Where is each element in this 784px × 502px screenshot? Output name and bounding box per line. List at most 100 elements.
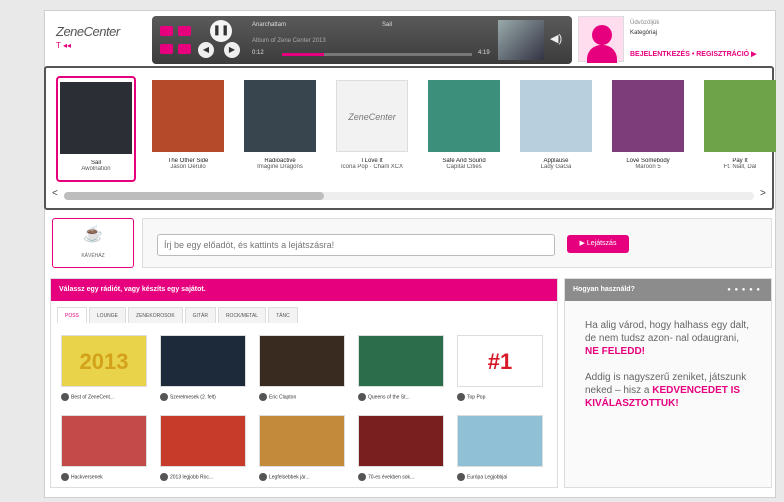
play-circle-icon[interactable] [457,393,465,401]
heart-icon[interactable] [160,26,173,36]
logo-brand: ZeneCenter [56,24,120,39]
radio-tile-image: #1 [457,335,543,387]
radio-tile[interactable]: Európa Legjobbjai [457,415,543,485]
pause-button[interactable]: ❚❚ [210,20,232,42]
carousel-next-button[interactable]: > [760,188,766,199]
play-circle-icon[interactable] [457,473,465,481]
carousel-prev-button[interactable]: < [52,188,58,199]
play-search-button[interactable]: ▶ Lejátszás [567,235,629,253]
carousel-scrollbar[interactable] [64,192,754,200]
album-cover [60,82,132,154]
logo-sub: T ◂◂ [56,41,71,50]
play-circle-icon[interactable] [259,473,267,481]
radio-tile-image [457,415,543,467]
play-circle-icon[interactable] [61,393,69,401]
radio-panel: Válassz egy rádiót, vagy készíts egy saj… [50,278,558,488]
radio-tile[interactable]: #1 Top Pop [457,335,543,405]
radio-tile-label: Eric Clapton [269,394,297,401]
radio-tile-caption: 70-es években sok... [358,473,444,481]
mood-cafe-button[interactable]: ☕ KÁVÉHÁZ [52,218,134,268]
radio-tile[interactable]: Eric Clapton [259,335,345,405]
play-circle-icon[interactable] [160,393,168,401]
radio-tile-label: Legfelsebbek jár... [269,474,310,481]
album-card[interactable]: ZeneCenter I Love It Icona Pop · Charli XC… [332,76,412,182]
play-circle-icon[interactable] [61,473,69,481]
radio-tile-label: Szerelmesek (2. felt) [170,394,216,401]
play-circle-icon[interactable] [259,393,267,401]
tab-git-r[interactable]: GITÁR [184,307,216,323]
next-icon[interactable]: ▶ [224,42,240,58]
radio-tile-image [259,415,345,467]
radio-tile[interactable]: Hackversenek [61,415,147,485]
artist-search-input[interactable] [157,234,555,256]
album-artist: Lady GaGa [540,164,572,170]
album-card[interactable]: Safe And Sound Capital Cities [424,76,504,182]
album-card[interactable]: Pay It Ft. Niall, Dal [700,76,780,182]
album-cover: ZeneCenter [336,80,408,152]
volume-icon[interactable]: ◀) [550,32,562,45]
radio-tile-label: Best of ZeneCent... [71,394,115,401]
help-panel: Hogyan használd? ● ● ● ● ● Ha alig várod… [564,278,772,488]
radio-tile-image [358,335,444,387]
help-text: Ha alig várod, hogy halhass egy dalt, de… [585,319,755,410]
user-greeting: Üdvözöljük [630,20,660,26]
share-icon[interactable] [178,44,191,54]
flag-icon[interactable] [178,26,191,36]
album-card[interactable]: The Other Side Jason Derulo [148,76,228,182]
radio-tile[interactable]: Legfelsebbek jár... [259,415,345,485]
radio-tile[interactable]: 2013 legjobb Roc... [160,415,246,485]
album-card[interactable]: Love Somebody Maroon 5 [608,76,688,182]
radio-tile-caption: Európa Legjobbjai [457,473,543,481]
play-circle-icon[interactable] [358,393,366,401]
album-artist: Imagine Dragons [257,164,303,170]
user-name: Kategóriaj [630,30,658,36]
radio-tile-label: Top Pop [467,394,486,401]
search-bar: ▶ Lejátszás [142,218,772,268]
album-carousel: Sail Awolnation The Other Side Jason Derulo… [44,66,776,210]
radio-tile-label: Queens of the St... [368,394,410,401]
radio-tile[interactable]: 70-es években sok... [358,415,444,485]
album-artist: Ft. Niall, Dal [723,164,757,170]
slide-dots[interactable]: ● ● ● ● ● [727,287,761,293]
help-text-1: Ha alig várod, hogy halhass egy dalt, de… [585,320,749,344]
genre-tabs: POSS LOUNGE ZENEKOROSOK GITÁR ROCK/METAL TÁNC [57,307,300,323]
album-artist: Icona Pop · Charli XCX [340,164,404,170]
progress-fill [282,53,324,56]
tab-rock-metal[interactable]: ROCK/METAL [217,307,267,323]
album-card[interactable]: Sail Awolnation [56,76,136,182]
star-icon[interactable] [160,44,173,54]
radio-tile-image [160,415,246,467]
tab-lounge[interactable]: LOUNGE [88,307,127,323]
user-panel: Üdvözöljük Kategóriaj BEJELENTKEZÉS • RE… [578,16,768,64]
radio-tile-caption: 2013 legjobb Roc... [160,473,246,481]
coffee-cup-icon: ☕ [83,226,103,243]
radio-tile-caption: Top Pop [457,393,543,401]
album-artist: Jason Derulo [170,164,206,170]
scrollbar-thumb[interactable] [64,192,324,200]
radio-tile[interactable]: Szerelmesek (2. felt) [160,335,246,405]
radio-tile-label: 70-es években sok... [368,474,415,481]
radio-tile-image [61,415,147,467]
album-card[interactable]: Applause Lady GaGa [516,76,596,182]
time-total: 4:19 [478,50,490,56]
track-progress-bar[interactable] [282,53,472,56]
album-cover [244,80,316,152]
album-artist: Capital Cities [446,164,482,170]
play-circle-icon[interactable] [358,473,366,481]
logo[interactable]: ZeneCenter T ◂◂ [56,24,136,58]
album-card[interactable]: Radioactive Imagine Dragons [240,76,320,182]
radio-tile[interactable]: 2013 Best of ZeneCent... [61,335,147,405]
tab-poss[interactable]: POSS [57,307,87,323]
play-circle-icon[interactable] [160,473,168,481]
radio-tile-image: 2013 [61,335,147,387]
previous-icon[interactable]: ◀ [198,42,214,58]
radio-tile-caption: Legfelsebbek jár... [259,473,345,481]
radio-tile-caption: Szerelmesek (2. felt) [160,393,246,401]
login-link[interactable]: BEJELENTKEZÉS • REGISZTRÁCIÓ ▶ [630,50,756,58]
radio-tile[interactable]: Queens of the St... [358,335,444,405]
radio-tile-label: Hackversenek [71,474,103,481]
radio-panel-heading: Válassz egy rádiót, vagy készíts egy saj… [51,279,557,301]
tab-t-nc[interactable]: TÁNC [268,307,298,323]
album-cover [152,80,224,152]
tab-zenekorosok[interactable]: ZENEKOROSOK [128,307,183,323]
